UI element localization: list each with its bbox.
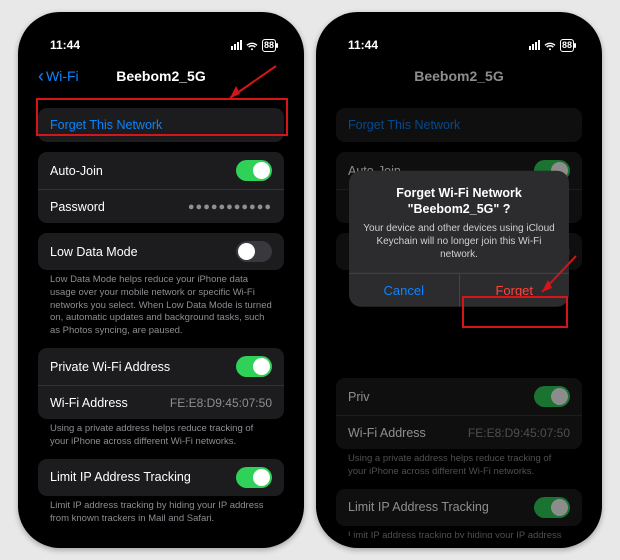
back-label: Wi-Fi bbox=[46, 68, 79, 84]
lowdata-row[interactable]: Low Data Mode bbox=[38, 233, 284, 270]
limitip-row[interactable]: Limit IP Address Tracking bbox=[38, 459, 284, 496]
limitip-toggle[interactable] bbox=[236, 467, 272, 488]
forget-network-label: Forget This Network bbox=[50, 118, 162, 132]
private-toggle[interactable] bbox=[236, 356, 272, 377]
settings-content: Forget This Network Auto-Join Password ●… bbox=[28, 92, 294, 538]
limitip-label: Limit IP Address Tracking bbox=[50, 470, 191, 484]
group-limitip: Limit IP Address Tracking bbox=[38, 459, 284, 496]
battery-icon: 88 bbox=[560, 39, 574, 52]
wifi-icon bbox=[544, 40, 556, 50]
private-label: Private Wi-Fi Address bbox=[50, 360, 170, 374]
forget-network-button[interactable]: Forget This Network bbox=[38, 108, 284, 142]
dialog-message: Your device and other devices using iClo… bbox=[363, 222, 555, 261]
limitip-label: Limit IP Address Tracking bbox=[348, 500, 489, 514]
lowdata-toggle[interactable] bbox=[236, 241, 272, 262]
nav-bar: Beebom2_5G bbox=[326, 60, 592, 92]
phone-right: 11:44 88 Beebom2_5G Forget This Network … bbox=[316, 12, 602, 548]
lowdata-label: Low Data Mode bbox=[50, 245, 138, 259]
status-time: 11:44 bbox=[348, 38, 378, 52]
settings-content-dimmed: Forget This Network Auto-Join Password●●… bbox=[326, 92, 592, 538]
notch bbox=[111, 22, 211, 46]
wifiaddr-value: FE:E8:D9:45:07:50 bbox=[170, 396, 272, 410]
limitip-help: Limit IP address tracking by hiding your… bbox=[38, 496, 284, 526]
status-right: 88 bbox=[231, 39, 276, 52]
wifiaddr-label: Wi-Fi Address bbox=[348, 426, 426, 440]
screen-right: 11:44 88 Beebom2_5G Forget This Network … bbox=[326, 22, 592, 538]
dialog-title: Forget Wi-Fi Network"Beebom2_5G" ? bbox=[363, 184, 555, 217]
wifiaddr-row: Wi-Fi Address FE:E8:D9:45:07:50 bbox=[38, 385, 284, 419]
status-time: 11:44 bbox=[50, 38, 80, 52]
limitip-help: Limit IP address tracking by hiding your… bbox=[336, 526, 582, 538]
back-button[interactable]: ‹ Wi-Fi bbox=[38, 67, 79, 85]
ipv4-header: IPV4 ADDRESS bbox=[38, 525, 284, 538]
wifi-icon bbox=[246, 40, 258, 50]
autojoin-row[interactable]: Auto-Join bbox=[38, 152, 284, 189]
notch bbox=[409, 22, 509, 46]
signal-icon bbox=[529, 40, 540, 50]
group-join: Auto-Join Password ●●●●●●●●●●● bbox=[38, 152, 284, 223]
dialog-cancel-button[interactable]: Cancel bbox=[349, 274, 459, 307]
page-title: Beebom2_5G bbox=[414, 68, 503, 84]
wifiaddr-label: Wi-Fi Address bbox=[50, 396, 128, 410]
private-row[interactable]: Private Wi-Fi Address bbox=[38, 348, 284, 385]
private-help: Using a private address helps reduce tra… bbox=[38, 419, 284, 449]
private-label-truncated: Priv bbox=[348, 390, 370, 404]
lowdata-help: Low Data Mode helps reduce your iPhone d… bbox=[38, 270, 284, 338]
autojoin-toggle[interactable] bbox=[236, 160, 272, 181]
private-toggle bbox=[534, 386, 570, 407]
group-private: Private Wi-Fi Address Wi-Fi Address FE:E… bbox=[38, 348, 284, 419]
private-help: Using a private address helps reduce tra… bbox=[336, 449, 582, 479]
limitip-toggle bbox=[534, 497, 570, 518]
password-label: Password bbox=[50, 200, 105, 214]
dialog-buttons: Cancel Forget bbox=[349, 273, 569, 307]
page-title: Beebom2_5G bbox=[116, 68, 205, 84]
screen-left: 11:44 88 ‹ Wi-Fi Beebom2_5G Forget This … bbox=[28, 22, 294, 538]
status-right: 88 bbox=[529, 39, 574, 52]
dialog-body: Forget Wi-Fi Network"Beebom2_5G" ? Your … bbox=[349, 170, 569, 273]
group-lowdata: Low Data Mode bbox=[38, 233, 284, 270]
group-forget: Forget This Network bbox=[38, 108, 284, 142]
phone-left: 11:44 88 ‹ Wi-Fi Beebom2_5G Forget This … bbox=[18, 12, 304, 548]
forget-dialog: Forget Wi-Fi Network"Beebom2_5G" ? Your … bbox=[349, 170, 569, 307]
chevron-left-icon: ‹ bbox=[38, 67, 44, 85]
password-value: ●●●●●●●●●●● bbox=[188, 201, 272, 213]
password-row[interactable]: Password ●●●●●●●●●●● bbox=[38, 189, 284, 223]
wifiaddr-value: FE:E8:D9:45:07:50 bbox=[468, 426, 570, 440]
dialog-forget-button[interactable]: Forget bbox=[459, 274, 570, 307]
signal-icon bbox=[231, 40, 242, 50]
battery-icon: 88 bbox=[262, 39, 276, 52]
forget-network-label: Forget This Network bbox=[348, 118, 460, 132]
nav-bar: ‹ Wi-Fi Beebom2_5G bbox=[28, 60, 294, 92]
autojoin-label: Auto-Join bbox=[50, 164, 103, 178]
